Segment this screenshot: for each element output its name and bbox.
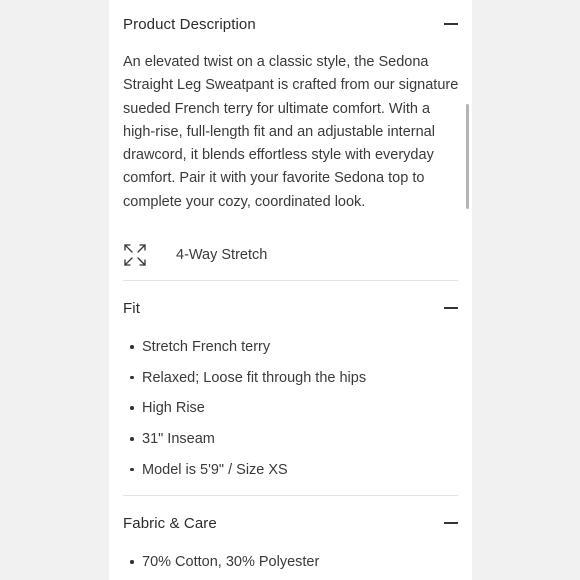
product-description-title: Product Description — [123, 15, 256, 33]
fabric-care-list: 70% Cotton, 30% Polyester — [123, 552, 458, 580]
list-item: Relaxed; Loose fit through the hips — [123, 368, 458, 399]
fit-title: Fit — [123, 299, 140, 317]
fit-list: Stretch French terry Relaxed; Loose fit … — [123, 337, 458, 490]
feature-label: 4-Way Stretch — [176, 247, 268, 263]
fabric-care-header[interactable]: Fabric & Care — [123, 511, 458, 535]
product-details-panel: Product Description An elevated twist on… — [109, 0, 472, 580]
list-item: 31" Inseam — [123, 429, 458, 460]
product-description-text: An elevated twist on a classic style, th… — [123, 54, 459, 210]
fabric-care-title: Fabric & Care — [123, 514, 217, 532]
collapse-minus-icon[interactable] — [444, 17, 458, 31]
collapse-minus-icon[interactable] — [444, 301, 458, 315]
section-divider — [123, 495, 458, 496]
scrollbar[interactable] — [466, 104, 469, 209]
feature-four-way-stretch: 4-Way Stretch — [123, 240, 458, 270]
collapse-minus-icon[interactable] — [444, 516, 458, 530]
list-item: 70% Cotton, 30% Polyester — [123, 552, 458, 580]
expand-arrows-icon — [124, 244, 146, 266]
list-item: Model is 5'9" / Size XS — [123, 460, 458, 491]
list-item: Stretch French terry — [123, 337, 458, 368]
fit-header[interactable]: Fit — [123, 296, 458, 320]
list-item: High Rise — [123, 398, 458, 429]
section-divider — [123, 280, 458, 281]
product-description-header[interactable]: Product Description — [123, 12, 458, 36]
